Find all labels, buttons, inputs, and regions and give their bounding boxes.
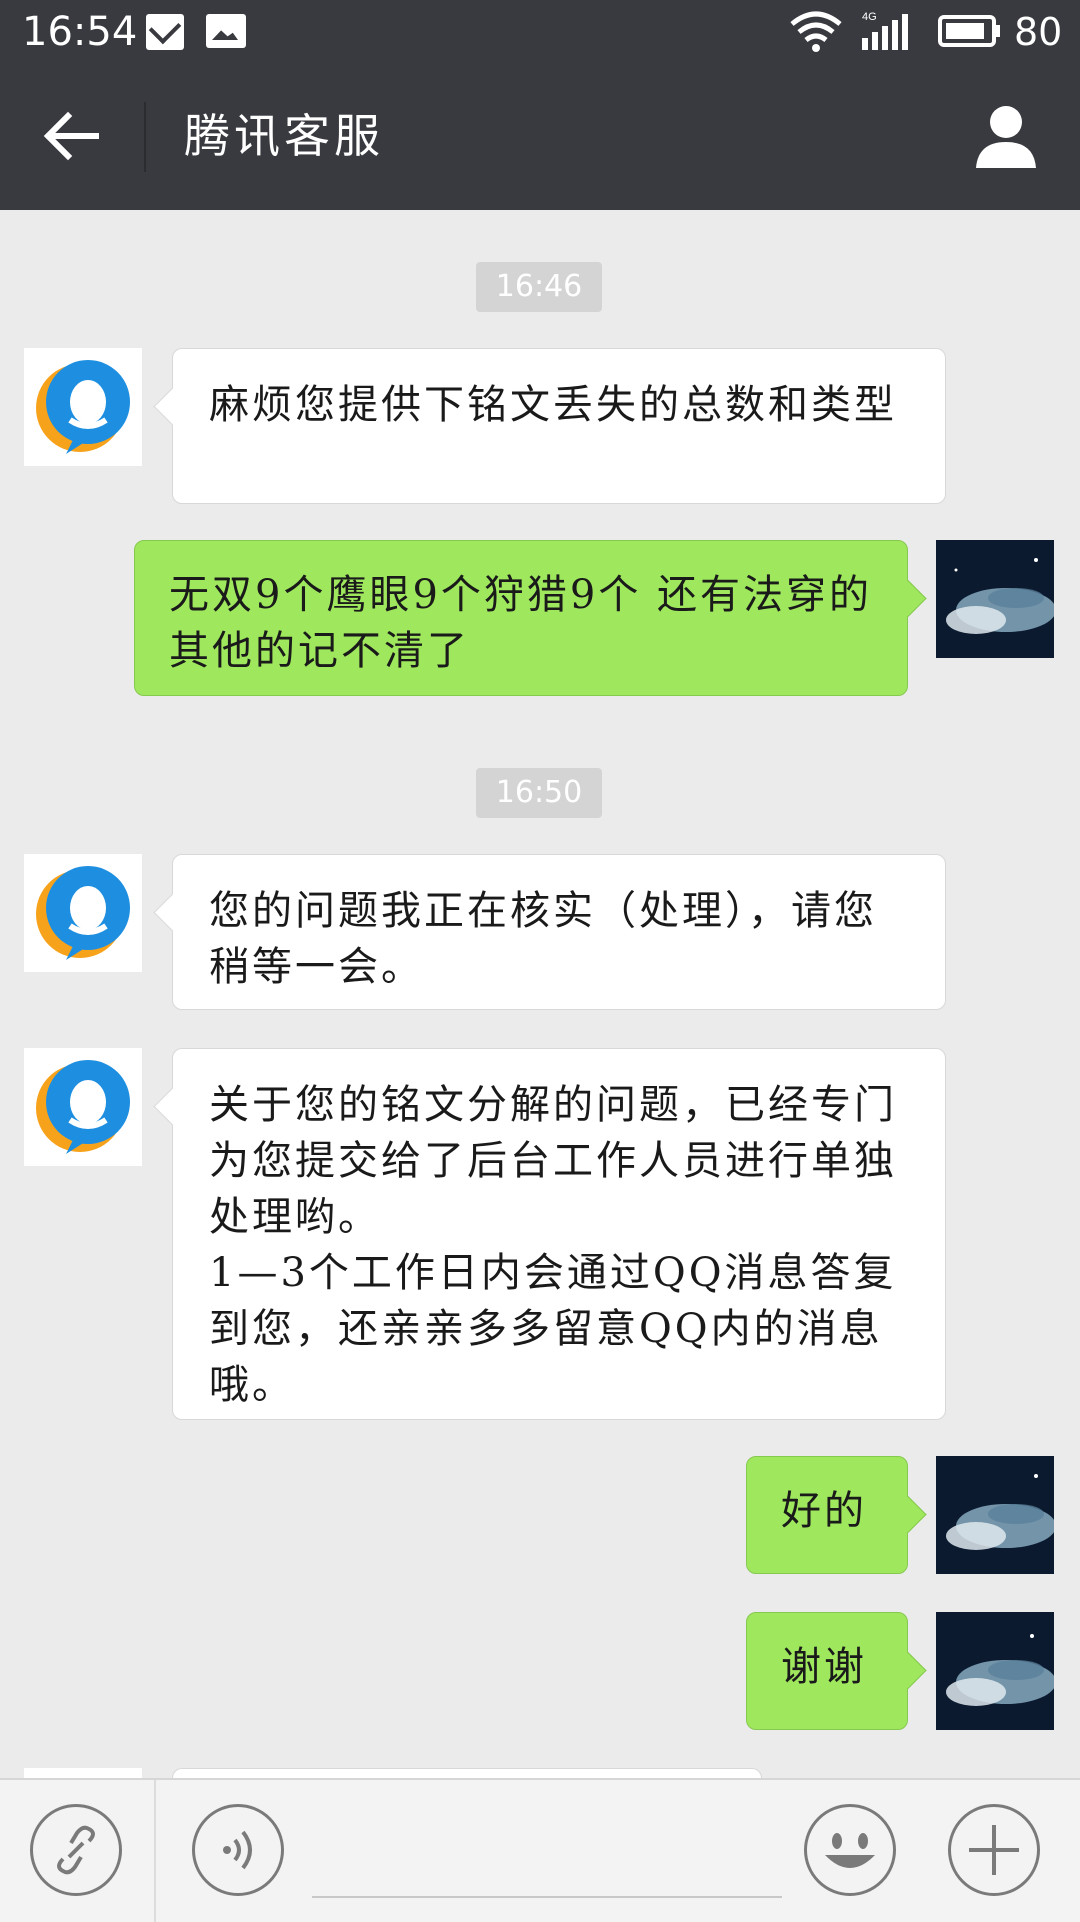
user-avatar[interactable] xyxy=(936,540,1054,658)
qq-service-icon xyxy=(36,866,130,960)
chat-title: 腾讯客服 xyxy=(184,109,384,163)
arrow-left-icon[interactable] xyxy=(36,100,108,172)
night-sky-avatar-icon xyxy=(936,1456,1054,1574)
battery-level: 80 xyxy=(1014,10,1063,54)
qq-service-icon xyxy=(36,360,130,454)
plus-button[interactable] xyxy=(948,1804,1040,1896)
user-avatar[interactable] xyxy=(936,1612,1054,1730)
message-text: 好的 xyxy=(781,1488,867,1534)
chat-area[interactable]: 16:46 麻烦您提供下铭文丢失的总数和类型 无双9个鹰眼9个狩猎9个 还有法穿… xyxy=(0,210,1080,1778)
time-divider: 16:50 xyxy=(476,768,602,818)
message-bubble-sent[interactable]: 谢谢 xyxy=(746,1612,908,1730)
qq-service-avatar[interactable] xyxy=(24,348,142,466)
qq-service-avatar[interactable] xyxy=(24,1048,142,1166)
header: 腾讯客服 xyxy=(0,64,1080,210)
qq-service-avatar[interactable] xyxy=(24,854,142,972)
time-divider: 16:46 xyxy=(476,262,602,312)
message-bubble-received[interactable]: 麻烦您提供下铭文丢失的总数和类型 xyxy=(172,348,946,504)
picture-icon xyxy=(206,14,246,48)
header-divider xyxy=(144,102,146,172)
link-icon xyxy=(57,1825,95,1875)
person-icon[interactable] xyxy=(970,100,1042,172)
message-text: 谢谢 xyxy=(781,1644,867,1690)
voice-icon xyxy=(223,1830,252,1870)
emoji-icon xyxy=(825,1833,875,1868)
message-bubble-received[interactable]: 关于您的铭文分解的问题，已经专门为您提交给了后台工作人员进行单独处理哟。 1—3… xyxy=(172,1048,946,1420)
message-bubble-partial[interactable] xyxy=(172,1768,762,1778)
message-input[interactable] xyxy=(312,1896,782,1898)
message-text: 无双9个鹰眼9个狩猎9个 还有法穿的 其他的记不清了 xyxy=(169,572,873,674)
message-bubble-sent[interactable]: 好的 xyxy=(746,1456,908,1574)
status-bar: 16:54 4G 80 xyxy=(0,0,1080,64)
night-sky-avatar-icon xyxy=(936,540,1054,658)
battery-icon xyxy=(938,15,1000,47)
message-bubble-sent[interactable]: 无双9个鹰眼9个狩猎9个 还有法穿的 其他的记不清了 xyxy=(134,540,908,696)
signal-icon: 4G xyxy=(862,11,908,50)
user-avatar[interactable] xyxy=(936,1456,1054,1574)
input-bar xyxy=(0,1778,1080,1922)
message-text: 关于您的铭文分解的问题，已经专门为您提交给了后台工作人员进行单独处理哟。 1—3… xyxy=(209,1082,897,1408)
night-sky-avatar-icon xyxy=(936,1612,1054,1730)
qq-service-icon xyxy=(36,1060,130,1154)
qq-service-avatar-partial[interactable] xyxy=(24,1768,142,1778)
message-bubble-received[interactable]: 您的问题我正在核实（处理），请您稍等一会。 xyxy=(172,854,946,1010)
voice-button[interactable] xyxy=(192,1804,284,1896)
emoji-button[interactable] xyxy=(804,1804,896,1896)
network-label: 4G xyxy=(862,11,877,23)
mail-icon xyxy=(146,14,184,50)
status-time: 16:54 xyxy=(22,9,138,55)
input-divider xyxy=(154,1780,156,1922)
message-text: 麻烦您提供下铭文丢失的总数和类型 xyxy=(209,382,897,428)
plus-icon xyxy=(969,1825,1019,1875)
link-button[interactable] xyxy=(30,1804,122,1896)
wifi-icon xyxy=(790,11,842,52)
message-text: 您的问题我正在核实（处理），请您稍等一会。 xyxy=(209,888,877,990)
